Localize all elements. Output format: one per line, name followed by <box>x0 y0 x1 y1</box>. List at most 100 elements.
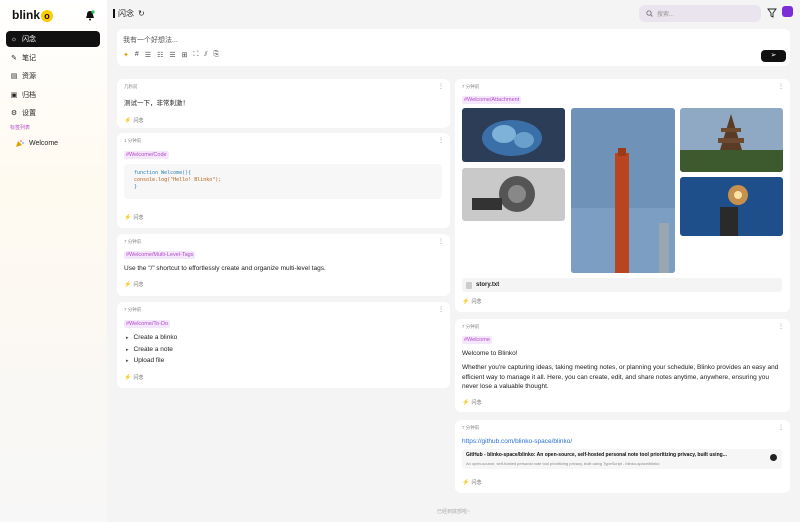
note-card[interactable]: 7 分钟前 ⋮ #Welcome Welcome to Blinko! Whet… <box>455 319 790 412</box>
file-icon <box>466 281 472 289</box>
filter-icon[interactable] <box>767 8 777 18</box>
todo-item[interactable]: Upload file <box>126 357 177 364</box>
attachment-image-glitter-hands[interactable] <box>462 108 565 162</box>
more-icon[interactable]: ⋮ <box>438 137 444 144</box>
lightbulb-toggle-icon[interactable]: ✦ <box>123 51 129 59</box>
more-icon[interactable]: ⋮ <box>438 238 444 245</box>
editor-placeholder[interactable]: 我有一个好想法... <box>123 35 178 45</box>
sidebar-item-notes[interactable]: ✎ 笔记 <box>6 50 100 66</box>
refresh-icon[interactable]: ↻ <box>138 9 145 18</box>
editor-toolbar: ✦ # ☰ ☷ ☰ ⊞ ⛶ ⫽ ⎘ <box>123 51 219 59</box>
attachment-image-sparkler[interactable] <box>680 177 783 236</box>
note-footer: ⚡ 闪念 <box>124 118 144 124</box>
note-time: 7 分钟前 <box>124 307 142 312</box>
attachment-image-pagoda[interactable] <box>680 108 783 172</box>
sidebar-item-flash[interactable]: ☼ 闪念 <box>6 31 100 47</box>
flash-icon: ⚡ <box>124 282 132 288</box>
sidebar-item-archive[interactable]: ▣ 归档 <box>6 87 100 103</box>
lightbulb-icon: ☼ <box>10 35 18 43</box>
search-input[interactable]: 搜索... <box>639 5 761 22</box>
hashtag-button[interactable]: # <box>135 51 139 59</box>
note-footer: ⚡ 闪念 <box>124 375 144 381</box>
github-icon <box>770 454 777 461</box>
note-time: 几秒前 <box>124 84 138 89</box>
attachment-image-engine[interactable] <box>462 168 565 221</box>
settings-icon: ⚙ <box>10 110 18 117</box>
todo-list: Create a blinko Create a note Upload fil… <box>126 334 178 369</box>
topbar: 闪念 ↻ 搜索... <box>107 0 800 28</box>
end-of-list-note: 已经到底部啦~ <box>437 509 470 515</box>
note-card[interactable]: 几秒前 ⋮ 测试一下，非常刺激！ ⚡ 闪念 <box>117 79 450 128</box>
note-footer: ⚡ 闪念 <box>124 215 144 221</box>
sidebar-tag-welcome[interactable]: Welcome <box>15 139 58 148</box>
note-card[interactable]: 7 分钟前 ⋮ #Welcome/Attachment story.txt ⚡ … <box>455 79 790 312</box>
link-preview-title: GitHub - blinko-space/blinko: An open-so… <box>466 452 727 458</box>
code-block: function Welcome(){ console.log("Hello! … <box>124 164 442 199</box>
more-icon[interactable]: ⋮ <box>778 424 784 431</box>
more-icon[interactable]: ⋮ <box>778 323 784 330</box>
sidebar-item-label: 归档 <box>22 91 36 99</box>
send-button[interactable]: ➢ <box>761 50 786 62</box>
note-time: 7 分钟前 <box>462 84 480 89</box>
flash-icon: ⚡ <box>462 480 470 486</box>
sidebar: blink o ☼ 闪念 ✎ 笔记 ▤ 资源 ▣ 归档 ⚙ 设置 标签列表 Wel… <box>0 0 107 522</box>
flash-icon: ⚡ <box>462 400 470 406</box>
list-button[interactable]: ☰ <box>145 51 151 59</box>
note-footer: ⚡ 闪念 <box>462 400 482 406</box>
fullscreen-button[interactable]: ⛶ <box>194 51 199 59</box>
sidebar-item-settings[interactable]: ⚙ 设置 <box>6 105 100 121</box>
flash-icon: ⚡ <box>124 118 132 124</box>
attachment-image-tower[interactable] <box>571 108 675 273</box>
page-title: 闪念 ↻ <box>113 8 145 19</box>
note-body: Use the "/" shortcut to effortlessly cre… <box>124 265 326 272</box>
note-card[interactable]: 7 分钟前 ⋮ #Welcome/Multi-Level-Tags Use th… <box>117 234 450 296</box>
note-time: 7 分钟前 <box>462 425 480 430</box>
sidebar-item-label: 设置 <box>22 110 36 117</box>
note-tag[interactable]: #Welcome/Code <box>124 151 169 159</box>
note-title: Welcome to Blinko! <box>462 350 518 357</box>
note-tag[interactable]: #Welcome <box>462 336 492 344</box>
table-button[interactable]: ⊞ <box>182 51 188 59</box>
ordered-list-button[interactable]: ☰ <box>169 51 175 59</box>
ai-assistant-button[interactable] <box>782 6 793 17</box>
attachment-file[interactable]: story.txt <box>462 278 782 292</box>
archive-icon: ▣ <box>10 91 18 99</box>
link-preview[interactable]: GitHub - blinko-space/blinko: An open-so… <box>462 449 782 469</box>
checklist-button[interactable]: ☷ <box>157 51 163 59</box>
note-tag[interactable]: #Welcome/To-Do <box>124 320 171 328</box>
sidebar-nav: ☼ 闪念 ✎ 笔记 ▤ 资源 ▣ 归档 ⚙ 设置 <box>6 31 100 124</box>
flash-icon: ⚡ <box>124 215 132 221</box>
todo-item[interactable]: Create a blinko <box>126 334 178 341</box>
note-tag[interactable]: #Welcome/Multi-Level-Tags <box>124 251 196 259</box>
note-body: Whether you're capturing ideas, taking m… <box>462 364 779 390</box>
attach-button[interactable]: ⎘ <box>214 51 220 59</box>
bell-icon[interactable] <box>85 10 95 21</box>
sidebar-item-label: 闪念 <box>22 36 36 43</box>
sidebar-item-resources[interactable]: ▤ 资源 <box>6 68 100 84</box>
more-icon[interactable]: ⋮ <box>778 83 784 90</box>
tags-section-label: 标签列表 <box>10 125 31 131</box>
code-button[interactable]: ⫽ <box>204 51 207 59</box>
note-time: 7 分钟前 <box>124 239 142 244</box>
app-logo[interactable]: blink o <box>12 8 54 22</box>
party-icon <box>16 140 24 147</box>
flash-icon: ⚡ <box>124 375 132 381</box>
note-card[interactable]: 1 分钟前 ⋮ #Welcome/Code function Welcome()… <box>117 133 450 228</box>
note-card[interactable]: 7 分钟前 ⋮ #Welcome/To-Do Create a blinko C… <box>117 302 450 388</box>
note-time: 1 分钟前 <box>124 138 142 143</box>
note-card[interactable]: 7 分钟前 ⋮ https://github.com/blinko-space/… <box>455 420 790 493</box>
more-icon[interactable]: ⋮ <box>438 83 444 90</box>
todo-item[interactable]: Create a note <box>126 346 177 353</box>
link-preview-description: An open-source, self-hosted personal not… <box>466 461 660 466</box>
resources-icon: ▤ <box>10 73 18 80</box>
note-editor[interactable]: 我有一个好想法... ✦ # ☰ ☷ ☰ ⊞ ⛶ ⫽ ⎘ ➢ <box>117 29 790 66</box>
flash-icon: ⚡ <box>462 299 470 305</box>
sidebar-item-label: 资源 <box>22 73 36 80</box>
note-footer: ⚡ 闪念 <box>124 282 144 288</box>
tag-label: Welcome <box>29 140 59 147</box>
note-tag[interactable]: #Welcome/Attachment <box>462 96 522 104</box>
note-icon: ✎ <box>11 54 17 62</box>
search-icon <box>646 10 653 17</box>
more-icon[interactable]: ⋮ <box>438 306 444 313</box>
note-link[interactable]: https://github.com/blinko-space/blinko/ <box>462 438 572 445</box>
